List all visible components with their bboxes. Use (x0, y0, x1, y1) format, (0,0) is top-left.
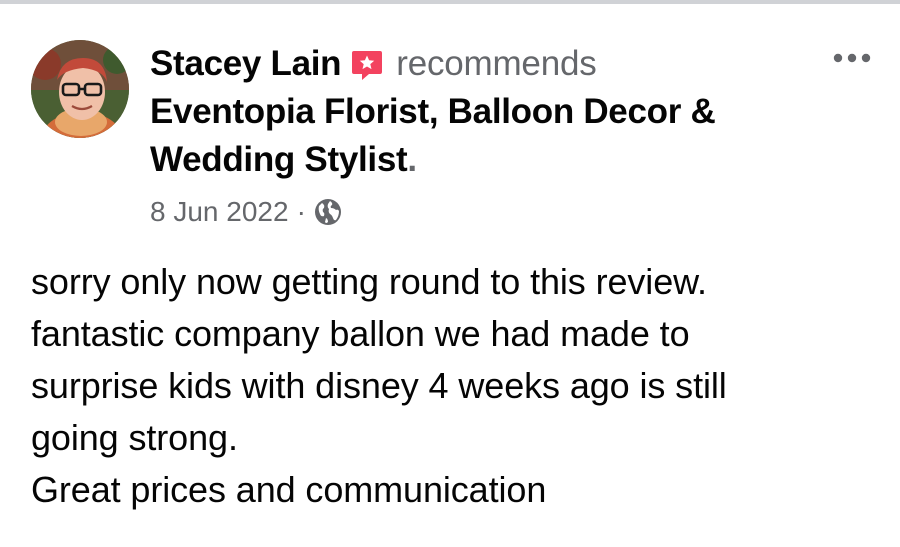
post-body-line: surprise kids with disney 4 weeks ago is… (31, 365, 727, 406)
meta-separator: · (296, 196, 306, 227)
post-timestamp[interactable]: 8 Jun 2022 (150, 196, 289, 228)
post-body-line: sorry only now getting round to this rev… (31, 261, 707, 302)
post-body-line: going strong. (31, 417, 238, 458)
post-meta: 8 Jun 2022 · (150, 192, 343, 232)
action-text: recommends (396, 44, 597, 83)
more-options-icon (833, 53, 871, 63)
author-name[interactable]: Stacey Lain (150, 44, 342, 84)
top-divider (0, 0, 900, 4)
page-name-line: Wedding Stylist (150, 140, 408, 179)
more-options-button[interactable] (830, 46, 874, 70)
recommended-page-link[interactable]: Eventopia Florist, Balloon Decor & Weddi… (150, 88, 810, 184)
post-header: Stacey Lain recommends Eventopia Florist… (150, 40, 810, 184)
avatar[interactable] (31, 40, 129, 138)
post-body-line: fantastic company ballon we had made to (31, 313, 690, 354)
globe-icon[interactable] (313, 197, 343, 227)
post-body-line: Great prices and communication (31, 469, 547, 510)
page-name-period: . (407, 140, 417, 179)
recommend-badge-icon (350, 48, 384, 82)
page-name-line: Eventopia Florist, Balloon Decor & (150, 92, 716, 131)
post-body: sorry only now getting round to this rev… (31, 256, 881, 516)
header-line: Stacey Lain recommends (150, 40, 810, 88)
